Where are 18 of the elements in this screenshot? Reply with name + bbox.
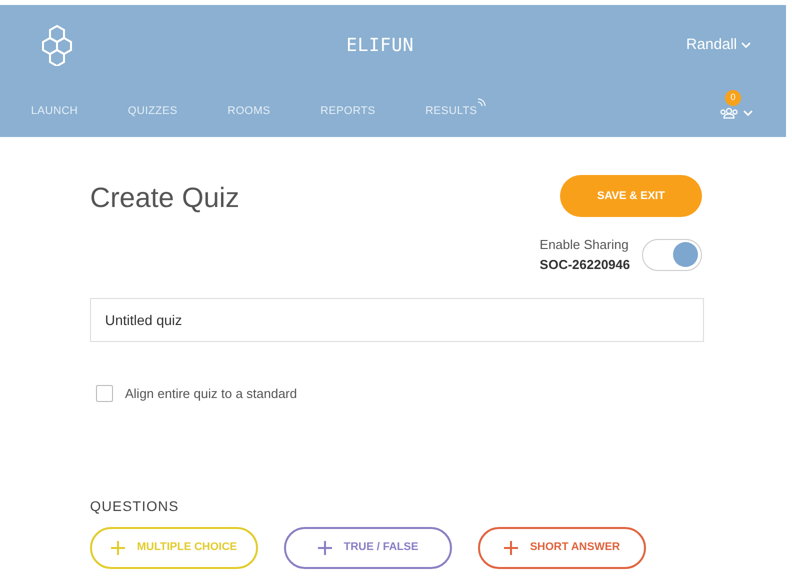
align-label: Align entire quiz to a standard [125,385,297,403]
questions-heading: QUESTIONS [90,496,180,516]
add-question-button[interactable]: MULTIPLE CHOICE [90,526,258,568]
add-question-button[interactable]: SHORT ANSWER [478,526,646,568]
nav-tab[interactable]: LAUNCH [31,102,78,119]
nav-tab[interactable]: QUIZZES [128,102,178,119]
sharing-code: SOC-26220946 [540,256,630,274]
nav-tab[interactable]: ROOMS [227,102,270,119]
notification-badge: 0 [725,90,741,106]
sharing-label: Enable Sharing [540,236,629,254]
save-exit-button[interactable]: SAVE & EXIT [560,175,702,217]
user-menu[interactable]: Randall [686,34,751,56]
page-title: Create Quiz [90,181,240,215]
nav-tab[interactable]: RESULTS [425,102,478,119]
quiz-name-field[interactable]: Untitled quiz [90,298,704,342]
nav-tab[interactable]: REPORTS [320,102,376,119]
app-title: ELIFUN [346,34,414,58]
add-question-button[interactable]: TRUE / FALSE [284,526,452,568]
